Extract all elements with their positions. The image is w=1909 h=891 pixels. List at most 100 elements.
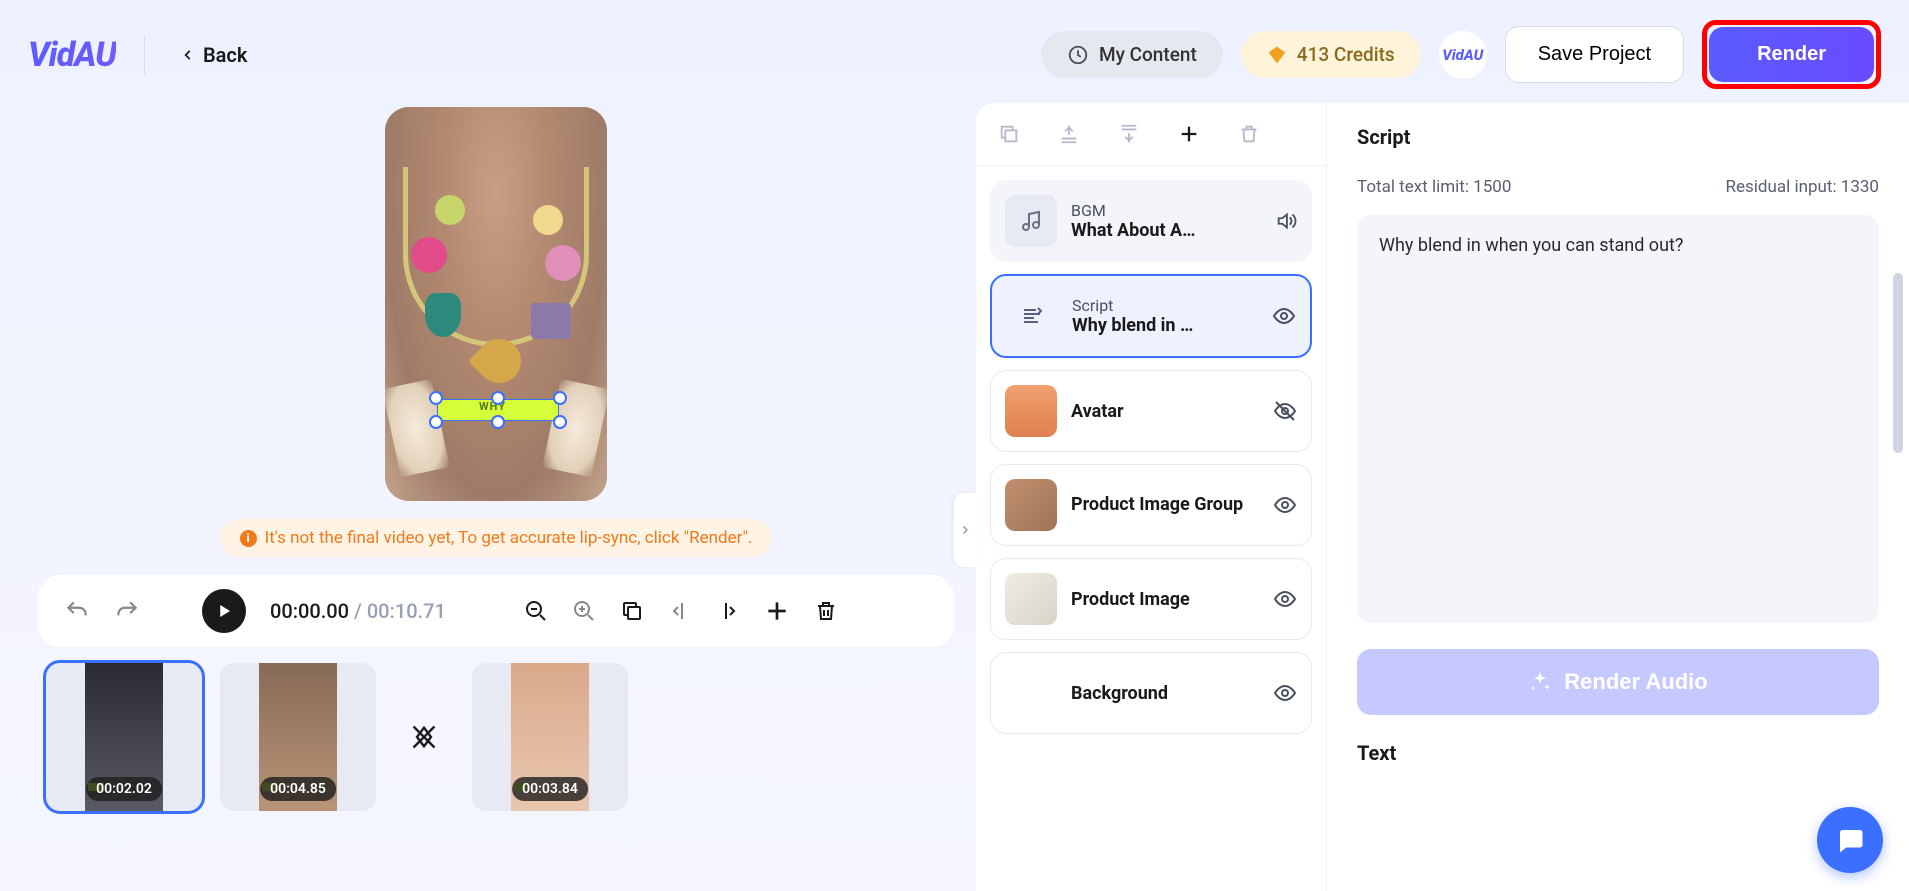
layers-panel: BGM What About A… Script Why blend in … bbox=[976, 103, 1326, 891]
chevron-right-icon bbox=[959, 524, 971, 536]
music-icon bbox=[1005, 195, 1057, 247]
resize-handle[interactable] bbox=[553, 415, 567, 429]
resize-handle[interactable] bbox=[491, 391, 505, 405]
zoom-in-button[interactable] bbox=[572, 599, 596, 623]
undo-button[interactable] bbox=[64, 598, 90, 624]
diamond-icon bbox=[1267, 45, 1287, 65]
bring-forward-button[interactable] bbox=[1058, 123, 1080, 145]
avatar-thumb bbox=[1005, 385, 1057, 437]
chat-fab[interactable] bbox=[1817, 807, 1883, 873]
credits-pill[interactable]: 413 Credits bbox=[1241, 31, 1421, 78]
layer-script[interactable]: Script Why blend in … bbox=[990, 274, 1312, 358]
back-button[interactable]: Back bbox=[181, 43, 247, 67]
layer-background[interactable]: Background bbox=[990, 652, 1312, 734]
layer-title: Product Image bbox=[1071, 589, 1259, 610]
split-left-button[interactable] bbox=[668, 599, 692, 623]
resize-handle[interactable] bbox=[429, 391, 443, 405]
clip-item[interactable]: 00:04.85 bbox=[220, 663, 376, 811]
duplicate-button[interactable] bbox=[998, 123, 1020, 145]
script-panel: Script Total text limit: 1500 Residual i… bbox=[1326, 103, 1909, 891]
copy-button[interactable] bbox=[620, 599, 644, 623]
play-button[interactable] bbox=[202, 589, 246, 633]
layer-list: BGM What About A… Script Why blend in … bbox=[976, 166, 1326, 748]
clip-duration: 00:02.02 bbox=[86, 777, 162, 801]
render-highlight: Render bbox=[1702, 20, 1881, 89]
render-audio-label: Render Audio bbox=[1564, 669, 1707, 695]
script-textarea[interactable] bbox=[1357, 215, 1879, 623]
clip-strip: 00:02.02 00:04.85 00:03.84 bbox=[16, 647, 976, 827]
preview-canvas[interactable]: WHY bbox=[385, 107, 607, 501]
credits-label: 413 Credits bbox=[1297, 43, 1395, 66]
editor-column: WHY i It's not the final video yet, To g… bbox=[16, 103, 976, 891]
logo: VidAU bbox=[28, 35, 116, 75]
layer-title: Why blend in … bbox=[1072, 315, 1258, 336]
redo-button[interactable] bbox=[114, 598, 140, 624]
layer-bgm[interactable]: BGM What About A… bbox=[990, 180, 1312, 262]
brand-badge[interactable]: VidAU bbox=[1439, 31, 1487, 79]
save-project-button[interactable]: Save Project bbox=[1505, 26, 1684, 83]
hint-text: It's not the final video yet, To get acc… bbox=[265, 528, 753, 548]
render-audio-button[interactable]: Render Audio bbox=[1357, 649, 1879, 715]
text-section-title: Text bbox=[1357, 741, 1879, 765]
delete-layer-button[interactable] bbox=[1238, 123, 1260, 145]
background-thumb bbox=[1005, 667, 1057, 719]
canvas-wrap: WHY bbox=[385, 107, 607, 501]
eye-off-icon[interactable] bbox=[1273, 399, 1297, 423]
my-content-label: My Content bbox=[1099, 43, 1197, 66]
time-display: 00:00.00 / 00:10.71 bbox=[270, 599, 446, 623]
layer-label: BGM bbox=[1071, 201, 1261, 220]
layer-product-image-group[interactable]: Product Image Group bbox=[990, 464, 1312, 546]
resize-handle[interactable] bbox=[553, 391, 567, 405]
time-total: 00:10.71 bbox=[367, 599, 446, 623]
layer-title: Background bbox=[1071, 683, 1259, 704]
panel-title: Script bbox=[1357, 125, 1879, 149]
residual-input: Residual input: 1330 bbox=[1725, 177, 1879, 197]
my-content-button[interactable]: My Content bbox=[1041, 31, 1223, 78]
volume-icon[interactable] bbox=[1275, 210, 1297, 232]
header: VidAU Back My Content 413 Credits VidAU … bbox=[0, 0, 1909, 103]
sparkle-icon bbox=[1528, 670, 1552, 694]
eye-icon[interactable] bbox=[1273, 587, 1297, 611]
clock-icon bbox=[1067, 44, 1089, 66]
play-icon bbox=[215, 602, 233, 620]
clip-item[interactable]: 00:02.02 bbox=[46, 663, 202, 811]
resize-handle[interactable] bbox=[429, 415, 443, 429]
timeline-toolbar: 00:00.00 / 00:10.71 bbox=[38, 575, 954, 647]
info-icon: i bbox=[240, 530, 257, 547]
eye-icon[interactable] bbox=[1272, 304, 1296, 328]
layer-avatar[interactable]: Avatar bbox=[990, 370, 1312, 452]
send-backward-button[interactable] bbox=[1118, 123, 1140, 145]
layer-title: Product Image Group bbox=[1071, 494, 1259, 516]
scrollbar[interactable] bbox=[1893, 273, 1903, 453]
split-right-button[interactable] bbox=[716, 599, 740, 623]
resize-handle[interactable] bbox=[491, 415, 505, 429]
delete-button[interactable] bbox=[814, 599, 838, 623]
layer-toolbar bbox=[976, 103, 1326, 166]
product-group-thumb bbox=[1005, 479, 1057, 531]
render-button[interactable]: Render bbox=[1709, 27, 1874, 82]
layer-product-image[interactable]: Product Image bbox=[990, 558, 1312, 640]
clip-item[interactable]: 00:03.84 bbox=[472, 663, 628, 811]
layer-label: Script bbox=[1072, 296, 1258, 315]
script-icon bbox=[1006, 290, 1058, 342]
time-current: 00:00.00 bbox=[270, 599, 349, 623]
collapse-tab[interactable] bbox=[954, 493, 976, 567]
layer-title: What About A… bbox=[1071, 220, 1261, 241]
layer-title: Avatar bbox=[1071, 401, 1259, 422]
product-thumb bbox=[1005, 573, 1057, 625]
transition-button[interactable] bbox=[394, 663, 454, 811]
render-hint: i It's not the final video yet, To get a… bbox=[220, 519, 773, 557]
chevron-left-icon bbox=[181, 48, 195, 62]
total-limit: Total text limit: 1500 bbox=[1357, 177, 1511, 197]
eye-icon[interactable] bbox=[1273, 493, 1297, 517]
eye-icon[interactable] bbox=[1273, 681, 1297, 705]
script-meta: Total text limit: 1500 Residual input: 1… bbox=[1357, 177, 1879, 197]
chat-icon bbox=[1835, 825, 1865, 855]
back-label: Back bbox=[203, 43, 247, 67]
clip-duration: 00:03.84 bbox=[512, 777, 588, 801]
add-layer-button[interactable] bbox=[1178, 123, 1200, 145]
clip-duration: 00:04.85 bbox=[260, 777, 336, 801]
add-button[interactable] bbox=[764, 598, 790, 624]
divider bbox=[144, 35, 145, 75]
zoom-out-button[interactable] bbox=[524, 599, 548, 623]
